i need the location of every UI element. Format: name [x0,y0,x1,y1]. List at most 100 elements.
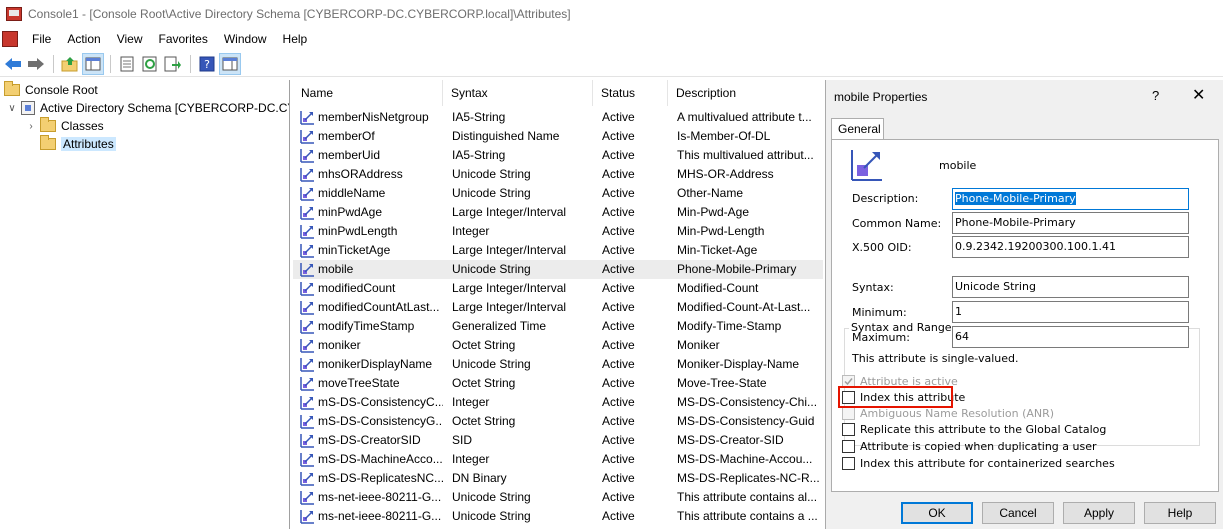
table-row[interactable]: modifyTimeStamp Generalized Time Active Mod… [293,317,823,336]
help-icon[interactable]: ? [1152,88,1159,103]
toolbar: ? [0,51,1223,77]
table-row[interactable]: memberUid IA5-String Active This multivalue… [293,146,823,165]
toolbar-separator [53,54,54,73]
up-folder-icon[interactable] [59,53,81,75]
column-header-name[interactable]: Name [293,80,443,106]
cell-description: This attribute contains a ... [677,509,818,523]
cell-status: Active [602,338,635,352]
ok-button[interactable]: OK [901,502,973,524]
cell-description: Phone-Mobile-Primary [677,262,797,276]
attribute-icon [300,414,315,429]
column-header-description[interactable]: Description [668,80,823,106]
console-menu-icon[interactable] [2,31,18,47]
cell-status: Active [602,319,635,333]
help-button[interactable]: Help [1144,502,1216,524]
tree-item-classes[interactable]: › Classes [25,117,104,135]
cell-syntax: Unicode String [452,167,531,181]
column-header-syntax[interactable]: Syntax [443,80,593,106]
back-arrow-icon[interactable] [2,53,24,75]
table-row[interactable]: ms-net-ieee-80211-G... Unicode String Acti… [293,488,823,507]
cell-description: MS-DS-Machine-Accou... [677,452,813,466]
cell-name: ms-net-ieee-80211-G... [318,509,442,523]
properties-icon[interactable] [116,53,138,75]
menu-bar: File Action View Favorites Window Help [0,28,1223,50]
common-name-field[interactable]: Phone-Mobile-Primary [952,212,1189,234]
tab-general[interactable]: General [831,118,884,140]
apply-button[interactable]: Apply [1063,502,1135,524]
cell-name: memberNisNetgroup [318,110,429,124]
cell-syntax: Octet String [452,376,516,390]
tree-item-console-root[interactable]: Console Root [4,81,98,99]
menu-help[interactable]: Help [275,28,316,50]
cell-status: Active [602,148,635,162]
anr-checkbox[interactable] [842,407,855,420]
copy-on-duplicate-label: Attribute is copied when duplicating a u… [860,440,1097,453]
export-list-icon[interactable] [162,53,184,75]
chevron-right-icon[interactable]: › [25,121,37,132]
menu-action[interactable]: Action [59,28,108,50]
table-row[interactable]: moveTreeState Octet String Active Move-Tree… [293,374,823,393]
table-row[interactable]: minPwdLength Integer Active Min-Pwd-Length [293,222,823,241]
tree-item-ad-schema[interactable]: ∨ Active Directory Schema [CYBERCORP-DC.… [6,99,289,117]
column-header-status[interactable]: Status [593,80,668,106]
menu-view[interactable]: View [109,28,151,50]
cell-name: monikerDisplayName [318,357,433,371]
menu-favorites[interactable]: Favorites [151,28,216,50]
attribute-icon [300,205,315,220]
cancel-button[interactable]: Cancel [982,502,1054,524]
cell-name: middleName [318,186,386,200]
table-row[interactable]: ms-net-ieee-80211-G... Unicode String Acti… [293,507,823,526]
table-row[interactable]: mS-DS-ConsistencyG... Octet String Active M… [293,412,823,431]
table-row[interactable]: mS-DS-ConsistencyC... Integer Active MS-DS-… [293,393,823,412]
cell-status: Active [602,243,635,257]
table-row[interactable]: modifiedCount Large Integer/Interval Activ… [293,279,823,298]
table-row[interactable]: monikerDisplayName Unicode String Active Mo… [293,355,823,374]
maximum-field[interactable]: 64 [952,326,1189,348]
cell-syntax: Integer [452,395,490,409]
oid-field[interactable]: 0.9.2342.19200300.100.1.41 [952,236,1189,258]
containerized-search-checkbox[interactable] [842,457,855,470]
cell-status: Active [602,224,635,238]
replicate-gc-checkbox[interactable] [842,423,855,436]
cell-name: minPwdAge [318,205,383,219]
tree-item-attributes[interactable]: Attributes [40,135,116,153]
copy-on-duplicate-checkbox[interactable] [842,440,855,453]
cell-syntax: Large Integer/Interval [452,300,567,314]
cell-syntax: Distinguished Name [452,129,560,143]
cell-description: This attribute contains al... [677,490,818,504]
cell-description: Min-Pwd-Length [677,224,765,238]
attribute-icon [300,395,315,410]
object-name: mobile [939,159,977,172]
cell-name: mhsORAddress [318,167,403,181]
minimum-label: Minimum: [852,306,907,319]
cell-status: Active [602,433,635,447]
description-field[interactable]: Phone-Mobile-Primary [952,188,1189,210]
chevron-down-icon[interactable]: ∨ [6,103,18,114]
table-row[interactable]: minPwdAge Large Integer/Interval Active Min… [293,203,823,222]
table-row[interactable]: memberOf Distinguished Name Active Is-Membe… [293,127,823,146]
table-row[interactable]: minTicketAge Large Integer/Interval Active… [293,241,823,260]
close-icon[interactable]: ✕ [1192,85,1205,105]
minimum-field[interactable]: 1 [952,301,1189,323]
attribute-icon [300,376,315,391]
table-row[interactable]: middleName Unicode String Active Other-Name [293,184,823,203]
table-row[interactable]: mS-DS-ReplicatesNC... DN Binary Active MS-D… [293,469,823,488]
forward-arrow-icon[interactable] [25,53,47,75]
table-row[interactable]: mhsORAddress Unicode String Active MHS-OR-A… [293,165,823,184]
cell-syntax: Unicode String [452,186,531,200]
menu-file[interactable]: File [24,28,59,50]
table-row[interactable]: modifiedCountAtLast... Large Integer/Inte… [293,298,823,317]
cell-syntax: IA5-String [452,148,506,162]
table-row[interactable]: mobile Unicode String Active Phone-Mobile-P… [293,260,823,279]
help-icon[interactable]: ? [196,53,218,75]
refresh-icon[interactable] [139,53,161,75]
table-row[interactable]: memberNisNetgroup IA5-String Active A multi… [293,108,823,127]
table-row[interactable]: mS-DS-MachineAcco... Integer Active MS-DS-M… [293,450,823,469]
syntax-field[interactable]: Unicode String [952,276,1189,298]
menu-window[interactable]: Window [216,28,275,50]
show-hide-action-pane-icon[interactable] [219,52,241,75]
table-row[interactable]: mS-DS-CreatorSID SID Active MS-DS-Creator-S… [293,431,823,450]
table-row[interactable]: moniker Octet String Active Moniker [293,336,823,355]
cell-status: Active [602,509,635,523]
show-hide-tree-icon[interactable] [82,52,104,75]
